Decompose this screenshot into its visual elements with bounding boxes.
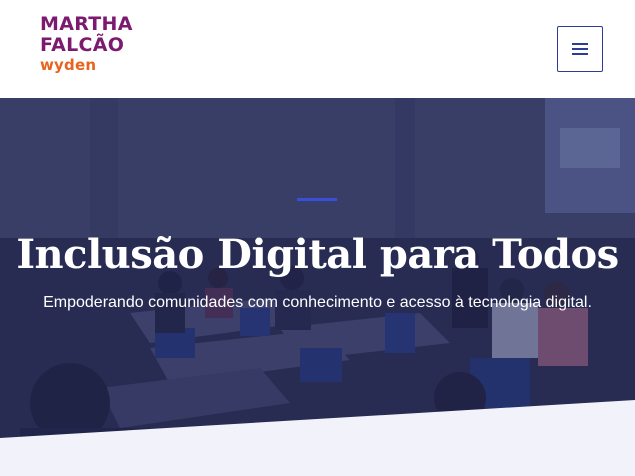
site-header: MARTHA FALCÃO wyden — [0, 0, 635, 98]
logo-line-1: MARTHA — [40, 13, 133, 35]
logo-line-2: FALCÃO — [40, 34, 125, 56]
logo-subbrand: wyden — [40, 56, 97, 74]
logo[interactable]: MARTHA FALCÃO wyden — [40, 14, 150, 84]
menu-button[interactable] — [557, 26, 603, 72]
hamburger-icon — [572, 43, 588, 55]
hero-bottom-divider — [0, 400, 635, 476]
hero-section: Inclusão Digital para Todos Empoderando … — [0, 98, 635, 476]
